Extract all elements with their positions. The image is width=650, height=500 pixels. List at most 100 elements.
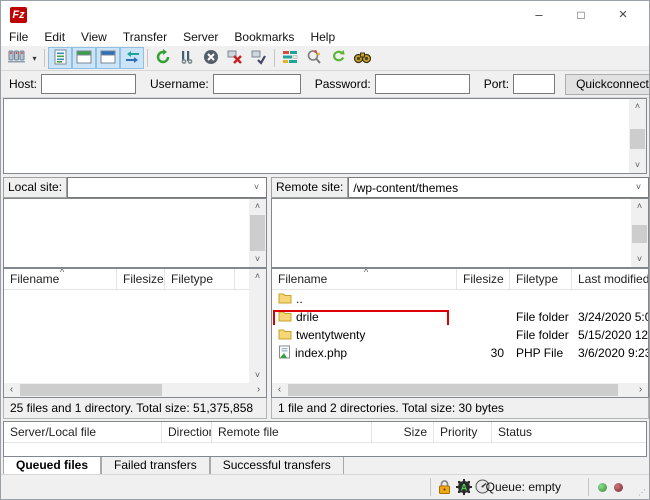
menu-help[interactable]: Help: [302, 29, 343, 46]
column-header-last-modified[interactable]: Last modified: [572, 269, 648, 289]
scroll-left-icon[interactable]: ‹: [4, 383, 19, 397]
refresh-button[interactable]: [151, 47, 175, 69]
username-input[interactable]: [213, 74, 301, 94]
site-manager-dropdown[interactable]: ▾: [28, 47, 41, 69]
queue-status-text: Queue: empty: [486, 480, 561, 494]
scroll-thumb[interactable]: [630, 129, 645, 149]
column-header-direction[interactable]: Direction: [162, 422, 212, 442]
scroll-down-icon[interactable]: ˅: [631, 252, 648, 267]
host-label: Host:: [9, 77, 37, 91]
transfer-queue-pane: Server/Local file Direction Remote file …: [3, 421, 647, 457]
find-button[interactable]: [350, 47, 374, 69]
svg-text:A: A: [461, 483, 468, 493]
file-row-parent-dir[interactable]: ..: [272, 290, 648, 308]
file-name: twentytwenty: [296, 328, 365, 342]
scroll-thumb[interactable]: [20, 384, 162, 396]
minimize-button[interactable]: –: [519, 1, 559, 29]
file-row-twentytwenty[interactable]: twentytwenty File folder 5/15/2020 12:: [272, 326, 648, 344]
menu-transfer[interactable]: Transfer: [115, 29, 175, 46]
remote-file-list-pane: Filename ^ Filesize Filetype Last modifi…: [271, 268, 649, 398]
auto-transfer-mode-icon[interactable]: A: [456, 479, 472, 495]
message-log-scrollbar[interactable]: ˄ ˅: [629, 99, 646, 173]
column-header-priority[interactable]: Priority: [434, 422, 492, 442]
scroll-up-icon[interactable]: ˄: [629, 99, 646, 114]
column-header-filename[interactable]: Filename ^: [4, 269, 117, 289]
quickconnect-bar: Host: Username: Password: Port: Quickcon…: [1, 71, 649, 98]
scroll-thumb[interactable]: [632, 225, 647, 243]
reconnect-icon: [251, 49, 267, 68]
local-list-hscrollbar[interactable]: ‹ ›: [4, 383, 266, 397]
scroll-right-icon[interactable]: ›: [251, 383, 266, 397]
column-header-remote-file[interactable]: Remote file: [212, 422, 372, 442]
scroll-up-icon[interactable]: ˄: [249, 269, 266, 284]
local-file-list: [4, 290, 266, 383]
lock-icon[interactable]: [437, 479, 453, 495]
file-row-index-php[interactable]: index.php 30 PHP File 3/6/2020 9:23: [272, 344, 648, 362]
toggle-local-tree-button[interactable]: [72, 47, 96, 69]
toggle-remote-tree-button[interactable]: [96, 47, 120, 69]
column-header-filetype[interactable]: Filetype: [510, 269, 572, 289]
maximize-button[interactable]: □: [561, 1, 601, 29]
status-green-indicator: [598, 483, 607, 492]
toolbar-separator: [274, 49, 275, 67]
remote-list-hscrollbar[interactable]: ‹ ›: [272, 383, 648, 397]
password-input[interactable]: [375, 74, 470, 94]
column-header-server-local-file[interactable]: Server/Local file: [4, 422, 162, 442]
process-queue-button[interactable]: [175, 47, 199, 69]
cancel-button[interactable]: [199, 47, 223, 69]
column-header-filename[interactable]: Filename ^: [272, 269, 457, 289]
scroll-up-icon[interactable]: ˄: [249, 199, 266, 214]
file-type: PHP File: [510, 346, 572, 360]
filter-button[interactable]: [278, 47, 302, 69]
filezilla-window: Fz – □ × File Edit View Transfer Server …: [0, 0, 650, 500]
remote-tree-pane: ˄ ˅: [271, 198, 649, 268]
remote-site-value: /wp-content/themes: [353, 181, 458, 195]
menu-bookmarks[interactable]: Bookmarks: [226, 29, 302, 46]
file-row-drile[interactable]: drile File folder 3/24/2020 5:0: [272, 308, 648, 326]
sync-browsing-button[interactable]: [326, 47, 350, 69]
combo-arrow-icon[interactable]: ˅: [249, 178, 264, 197]
local-status-text: 25 files and 1 directory. Total size: 51…: [3, 398, 267, 419]
site-manager-button[interactable]: [4, 47, 28, 69]
disconnect-icon: [227, 49, 243, 68]
resize-grip[interactable]: ⋰: [638, 488, 647, 497]
column-header-filetype[interactable]: Filetype: [165, 269, 235, 289]
local-list-header: Filename ^ Filesize Filetype: [4, 269, 266, 290]
statusbar-separator: [430, 478, 431, 496]
transfer-queue-icon: [124, 50, 141, 67]
column-header-filesize[interactable]: Filesize: [457, 269, 510, 289]
scroll-right-icon[interactable]: ›: [633, 383, 648, 397]
reconnect-button[interactable]: [247, 47, 271, 69]
menu-edit[interactable]: Edit: [36, 29, 73, 46]
remote-tree-scrollbar[interactable]: ˄ ˅: [631, 199, 648, 267]
port-label: Port:: [484, 77, 509, 91]
compare-button[interactable]: [302, 47, 326, 69]
port-input[interactable]: [513, 74, 555, 94]
toggle-log-button[interactable]: [48, 47, 72, 69]
local-tree-scrollbar[interactable]: ˄ ˅: [249, 199, 266, 267]
close-button[interactable]: ×: [603, 1, 643, 29]
toggle-queue-button[interactable]: [120, 47, 144, 69]
menu-server[interactable]: Server: [175, 29, 226, 46]
scroll-thumb[interactable]: [288, 384, 618, 396]
column-header-filesize[interactable]: Filesize: [117, 269, 165, 289]
column-header-size[interactable]: Size: [372, 422, 434, 442]
scroll-thumb[interactable]: [250, 215, 265, 251]
column-header-status[interactable]: Status: [492, 422, 646, 442]
local-list-scrollbar[interactable]: ˄ ˅: [249, 269, 266, 383]
quickconnect-button[interactable]: Quickconnect: [565, 74, 650, 95]
host-input[interactable]: [41, 74, 136, 94]
scroll-down-icon[interactable]: ˅: [629, 158, 646, 173]
status-red-indicator: [614, 483, 623, 492]
scroll-down-icon[interactable]: ˅: [249, 368, 266, 383]
disconnect-button[interactable]: [223, 47, 247, 69]
scroll-down-icon[interactable]: ˅: [249, 252, 266, 267]
combo-arrow-icon[interactable]: ˅: [631, 178, 646, 197]
scroll-up-icon[interactable]: ˄: [631, 199, 648, 214]
local-site-combo[interactable]: ˅: [67, 177, 267, 198]
remote-site-combo[interactable]: /wp-content/themes ˅: [348, 177, 649, 198]
sort-ascending-icon: ^: [364, 269, 368, 277]
menu-view[interactable]: View: [73, 29, 115, 46]
menu-file[interactable]: File: [1, 29, 36, 46]
scroll-left-icon[interactable]: ‹: [272, 383, 287, 397]
